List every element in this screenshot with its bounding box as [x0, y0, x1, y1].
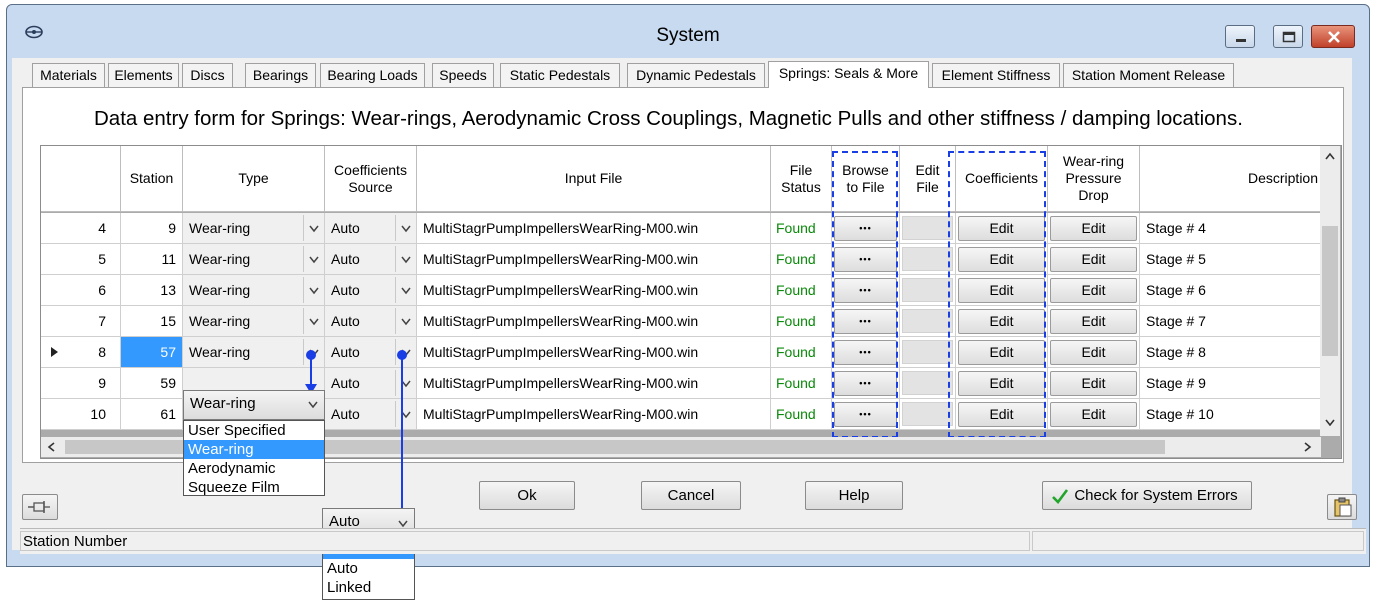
chevron-down-icon	[398, 520, 408, 528]
cancel-button[interactable]: Cancel	[641, 481, 741, 510]
clipboard-icon	[1334, 497, 1352, 517]
help-button[interactable]: Help	[805, 481, 903, 510]
annotation-arrows	[305, 350, 408, 520]
status-text: Station Number	[20, 531, 1030, 551]
type-dropdown-value: Wear-ring	[190, 395, 256, 412]
type-option-wear-ring[interactable]: Wear-ring	[184, 440, 324, 459]
check-system-errors-button[interactable]: Check for System Errors	[1042, 481, 1252, 510]
source-option-auto[interactable]: Auto	[323, 559, 414, 578]
ok-button[interactable]: Ok	[479, 481, 575, 510]
pin-icon	[28, 501, 50, 513]
type-dropdown-field[interactable]: Wear-ring	[183, 390, 325, 420]
type-dropdown-list: User Specified Wear-ring Aerodynamic Squ…	[183, 420, 325, 496]
type-option-user-specified[interactable]: User Specified	[184, 421, 324, 440]
check-system-errors-label: Check for System Errors	[1074, 487, 1238, 504]
status-pane-secondary	[1032, 531, 1364, 551]
tab-springs-seals[interactable]: Springs: Seals & More	[768, 61, 929, 88]
status-bar: Station Number	[20, 528, 1366, 554]
clipboard-button[interactable]	[1327, 494, 1357, 520]
pin-button[interactable]	[22, 494, 58, 520]
check-icon	[1052, 489, 1069, 504]
type-option-aerodynamic[interactable]: Aerodynamic	[184, 459, 324, 478]
type-option-squeeze-film[interactable]: Squeeze Film	[184, 478, 324, 497]
chevron-down-icon	[308, 401, 318, 409]
source-option-linked[interactable]: Linked	[323, 578, 414, 597]
